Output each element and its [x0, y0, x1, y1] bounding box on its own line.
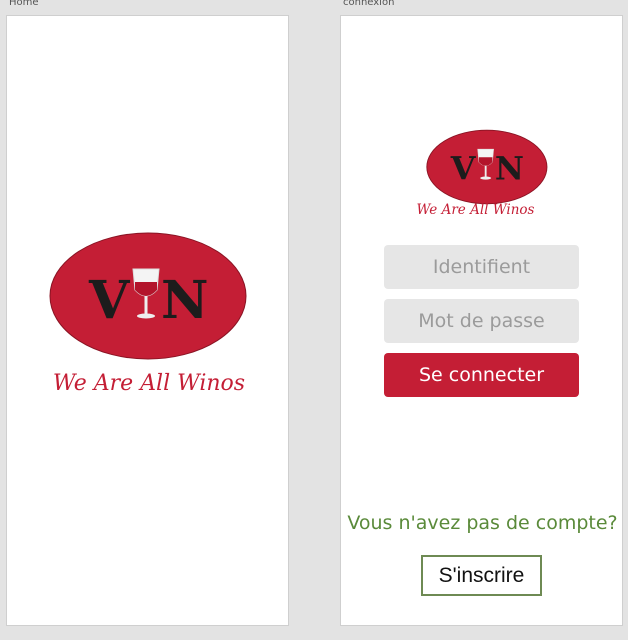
- identifier-input[interactable]: Identifient: [384, 245, 579, 289]
- frame-label-home: Home: [9, 0, 39, 8]
- vin-logo-small: V N: [426, 129, 549, 205]
- no-account-text: Vous n'avez pas de compte?: [347, 512, 618, 534]
- vin-logo: V N: [49, 232, 249, 362]
- tagline-small: We Are All Winos: [416, 202, 535, 218]
- password-input[interactable]: Mot de passe: [384, 299, 579, 343]
- tagline: We Are All Winos: [52, 371, 246, 396]
- logo-letter-n: N: [161, 270, 209, 331]
- home-screen: V N We Are All Winos: [6, 15, 289, 626]
- login-screen: V N We Are All Winos Identifient Mot de …: [340, 15, 623, 626]
- connect-button[interactable]: Se connecter: [384, 353, 579, 397]
- logo-letter-v: V: [88, 270, 131, 331]
- signup-button[interactable]: S'inscrire: [421, 555, 542, 596]
- logo-letter-n: N: [495, 149, 524, 187]
- logo-letter-v: V: [450, 149, 477, 187]
- frame-label-login: connexion: [343, 0, 395, 8]
